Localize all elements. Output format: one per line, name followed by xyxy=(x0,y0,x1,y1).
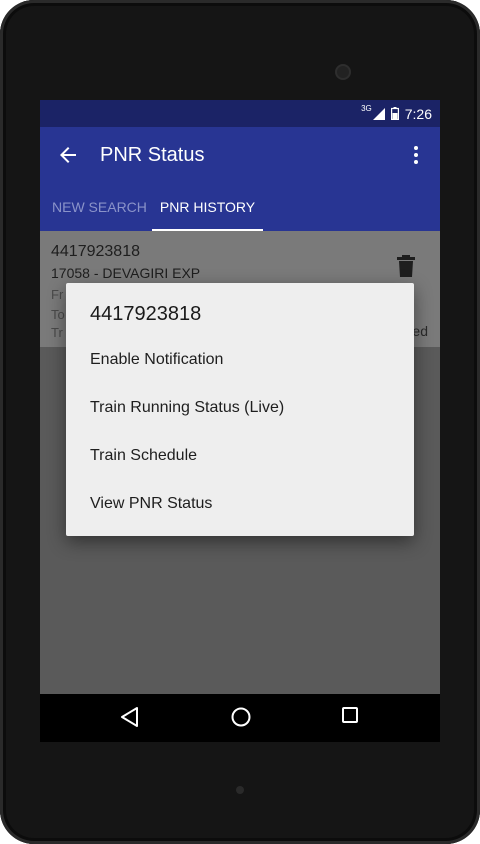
delete-icon[interactable] xyxy=(396,255,416,277)
card-third-line: Tr xyxy=(51,325,63,340)
menu-item-train-schedule[interactable]: Train Schedule xyxy=(66,432,414,480)
front-camera xyxy=(337,66,349,78)
screen: 3G 7:26 PNR Status NEW SEARCH PNR HISTOR… xyxy=(40,100,440,742)
device-sensor xyxy=(236,786,244,794)
app-bar: PNR Status xyxy=(40,127,440,183)
clock: 7:26 xyxy=(404,105,432,122)
signal-icon xyxy=(372,107,385,120)
system-nav-bar xyxy=(40,694,440,742)
network-type-label: 3G xyxy=(361,104,372,113)
back-arrow-icon[interactable] xyxy=(56,143,80,167)
card-status-text: ed xyxy=(412,323,428,339)
device-frame: 3G 7:26 PNR Status NEW SEARCH PNR HISTOR… xyxy=(0,0,480,844)
tab-bar: NEW SEARCH PNR HISTORY xyxy=(40,183,440,231)
status-bar: 3G 7:26 xyxy=(40,100,440,127)
dialog-title: 4417923818 xyxy=(90,303,202,325)
tab-new-search[interactable]: NEW SEARCH xyxy=(52,183,147,231)
menu-item-train-running-status[interactable]: Train Running Status (Live) xyxy=(66,384,414,432)
page-title: PNR Status xyxy=(100,144,205,166)
nav-recent-icon[interactable] xyxy=(341,706,359,724)
menu-item-view-pnr-status[interactable]: View PNR Status xyxy=(66,480,414,528)
nav-back-icon[interactable] xyxy=(120,706,140,728)
menu-item-enable-notification[interactable]: Enable Notification xyxy=(66,336,414,384)
card-from-line: Fr xyxy=(51,287,64,302)
card-to-line: To xyxy=(51,307,65,322)
battery-icon xyxy=(390,107,399,120)
overflow-menu-icon[interactable] xyxy=(404,143,428,167)
card-train-name: 17058 - DEVAGIRI EXP xyxy=(51,265,201,281)
card-pnr-number: 4417923818 xyxy=(51,243,140,260)
nav-home-icon[interactable] xyxy=(230,706,252,728)
status-icons: 3G 7:26 xyxy=(361,100,432,127)
options-dialog: 4417923818 Enable Notification Train Run… xyxy=(66,283,414,536)
tab-pnr-history[interactable]: PNR HISTORY xyxy=(152,183,263,231)
